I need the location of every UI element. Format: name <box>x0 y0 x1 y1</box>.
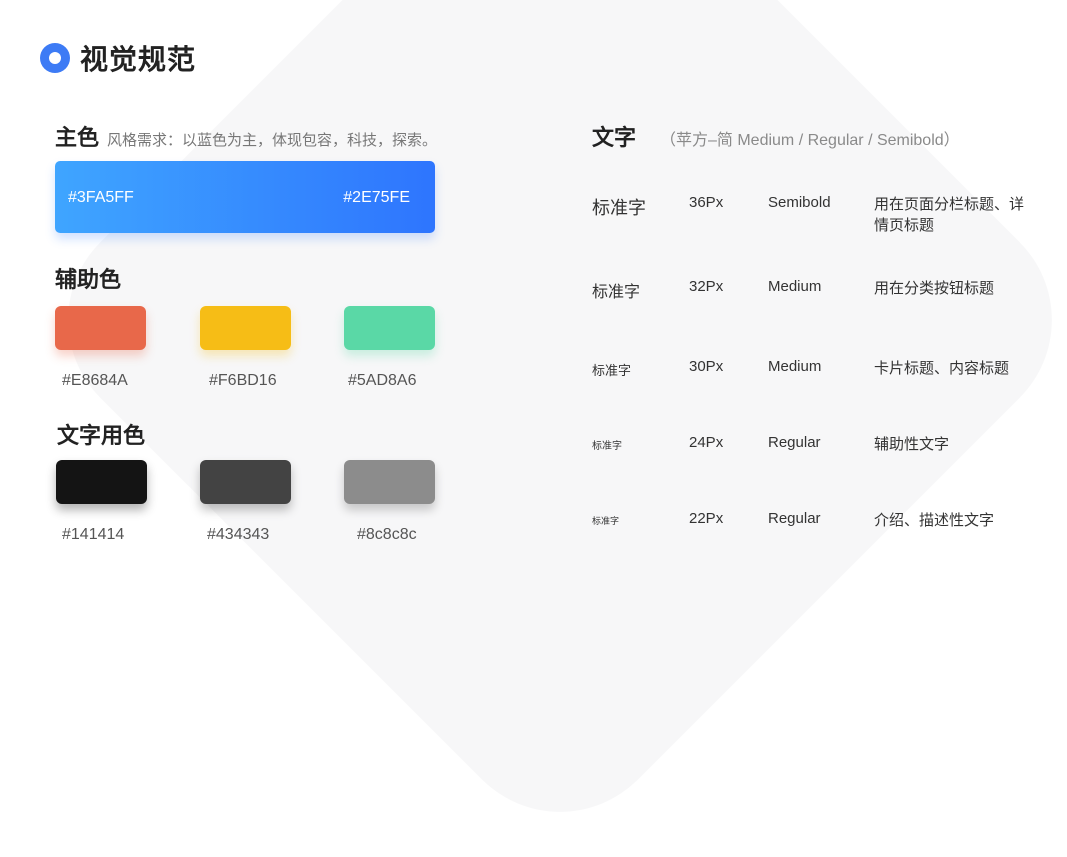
page-header: 视觉规范 <box>40 38 196 78</box>
swatch-label: #E8684A <box>62 372 128 389</box>
type-size: 32Px <box>689 278 724 295</box>
swatch-label: #434343 <box>207 526 270 543</box>
type-weight: Regular <box>768 510 821 527</box>
gradient-end-label: #2E75FE <box>343 189 410 206</box>
type-sample: 标准字 <box>592 516 620 526</box>
primary-gradient-swatch: #3FA5FF #2E75FE <box>55 161 435 233</box>
secondary-section-title: 辅助色 <box>55 267 122 292</box>
swatch-f6bd16 <box>200 306 291 350</box>
type-size: 24Px <box>689 434 724 451</box>
type-weight: Medium <box>768 278 822 295</box>
swatch-label: #F6BD16 <box>209 372 277 389</box>
primary-title: 主色 <box>55 125 100 150</box>
swatch-434343 <box>200 460 291 504</box>
type-size: 22Px <box>689 510 724 527</box>
swatch-label: #5AD8A6 <box>348 372 417 389</box>
ring-icon <box>40 43 70 73</box>
type-sample: 标准字 <box>592 441 622 452</box>
swatch-141414 <box>56 460 147 504</box>
swatch-5ad8a6 <box>344 306 435 350</box>
swatch-label: #8c8c8c <box>357 526 417 543</box>
type-sample: 标准字 <box>592 198 646 218</box>
type-usage: 卡片标题、内容标题 <box>874 360 1010 377</box>
swatch-label: #141414 <box>62 526 125 543</box>
type-size: 36Px <box>689 194 724 211</box>
typography-title: 文字 <box>592 125 637 150</box>
swatch-e8684a <box>55 306 146 350</box>
typography-note: （苹方–简 Medium / Regular / Semibold） <box>660 132 960 149</box>
primary-note: 风格需求：以蓝色为主，体现包容，科技，探索。 <box>107 132 438 149</box>
type-usage: 用在分类按钮标题 <box>874 280 995 297</box>
text-color-section-title: 文字用色 <box>57 423 146 448</box>
gradient-start-label: #3FA5FF <box>68 189 134 206</box>
type-weight: Regular <box>768 434 821 451</box>
type-usage: 用在页面分栏标题、详情页标题 <box>874 196 1025 234</box>
type-size: 30Px <box>689 358 724 375</box>
primary-section-title: 主色 风格需求：以蓝色为主，体现包容，科技，探索。 <box>55 120 437 152</box>
type-weight: Semibold <box>768 194 831 211</box>
type-sample: 标准字 <box>592 284 641 301</box>
swatch-8c8c8c <box>344 460 435 504</box>
type-usage: 辅助性文字 <box>874 436 950 453</box>
page-title: 视觉规范 <box>80 44 197 75</box>
type-sample: 标准字 <box>592 363 632 378</box>
type-usage: 介绍、描述性文字 <box>874 512 995 529</box>
type-weight: Medium <box>768 358 822 375</box>
